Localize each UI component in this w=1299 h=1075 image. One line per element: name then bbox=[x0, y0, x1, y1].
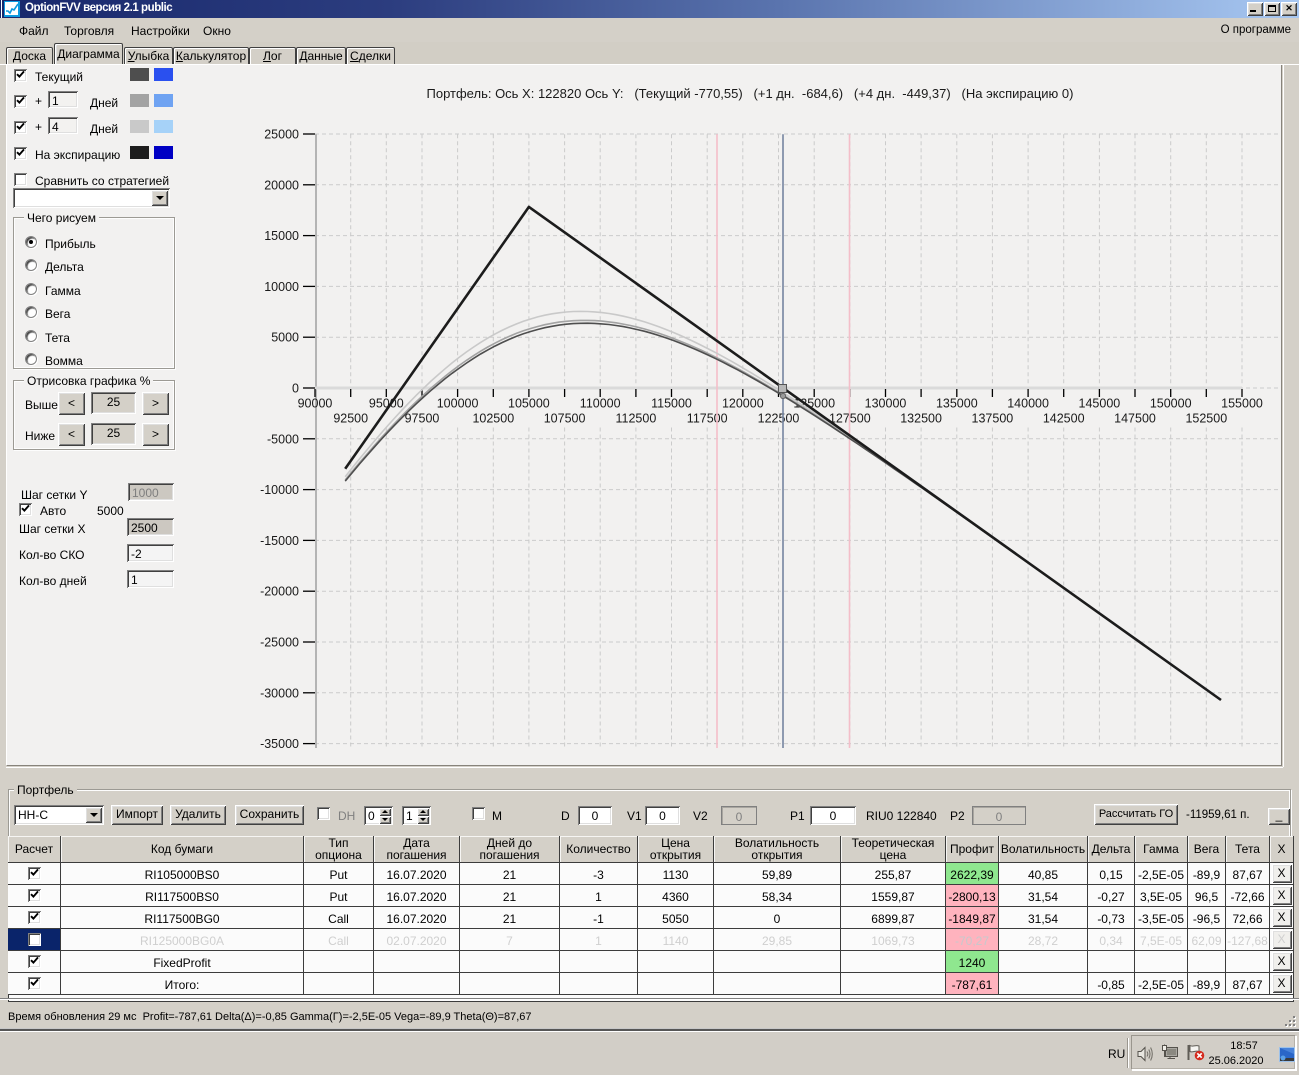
svg-text:97500: 97500 bbox=[405, 412, 440, 426]
svg-text:135000: 135000 bbox=[936, 397, 978, 411]
svg-text:25000: 25000 bbox=[264, 128, 299, 142]
svg-text:137500: 137500 bbox=[972, 412, 1014, 426]
svg-text:-15000: -15000 bbox=[260, 534, 299, 548]
svg-text:5000: 5000 bbox=[271, 331, 299, 345]
svg-text:142500: 142500 bbox=[1043, 412, 1085, 426]
svg-text:0: 0 bbox=[292, 382, 299, 396]
svg-text:130000: 130000 bbox=[865, 397, 907, 411]
svg-text:100000: 100000 bbox=[437, 397, 479, 411]
svg-text:132500: 132500 bbox=[900, 412, 942, 426]
svg-text:112500: 112500 bbox=[616, 412, 657, 426]
svg-text:-20000: -20000 bbox=[260, 585, 299, 599]
svg-text:90000: 90000 bbox=[298, 397, 333, 411]
svg-text:105000: 105000 bbox=[508, 397, 550, 411]
svg-text:-30000: -30000 bbox=[260, 686, 299, 700]
svg-text:155000: 155000 bbox=[1221, 397, 1263, 411]
svg-text:-10000: -10000 bbox=[260, 483, 299, 497]
svg-text:102500: 102500 bbox=[472, 412, 514, 426]
svg-text:-35000: -35000 bbox=[260, 737, 299, 751]
svg-text:122500: 122500 bbox=[758, 412, 800, 426]
svg-text:120000: 120000 bbox=[722, 397, 764, 411]
svg-text:117500: 117500 bbox=[687, 412, 728, 426]
svg-text:110000: 110000 bbox=[580, 397, 621, 411]
svg-text:107500: 107500 bbox=[544, 412, 586, 426]
svg-text:115000: 115000 bbox=[651, 397, 692, 411]
svg-text:-5000: -5000 bbox=[267, 432, 299, 446]
svg-text:145000: 145000 bbox=[1079, 397, 1121, 411]
svg-text:152500: 152500 bbox=[1185, 412, 1227, 426]
svg-text:147500: 147500 bbox=[1114, 412, 1156, 426]
svg-text:150000: 150000 bbox=[1150, 397, 1192, 411]
svg-text:92500: 92500 bbox=[333, 412, 368, 426]
svg-text:10000: 10000 bbox=[264, 280, 299, 294]
svg-text:20000: 20000 bbox=[264, 178, 299, 192]
svg-text:15000: 15000 bbox=[264, 229, 299, 243]
svg-text:140000: 140000 bbox=[1007, 397, 1049, 411]
svg-text:-25000: -25000 bbox=[260, 636, 299, 650]
